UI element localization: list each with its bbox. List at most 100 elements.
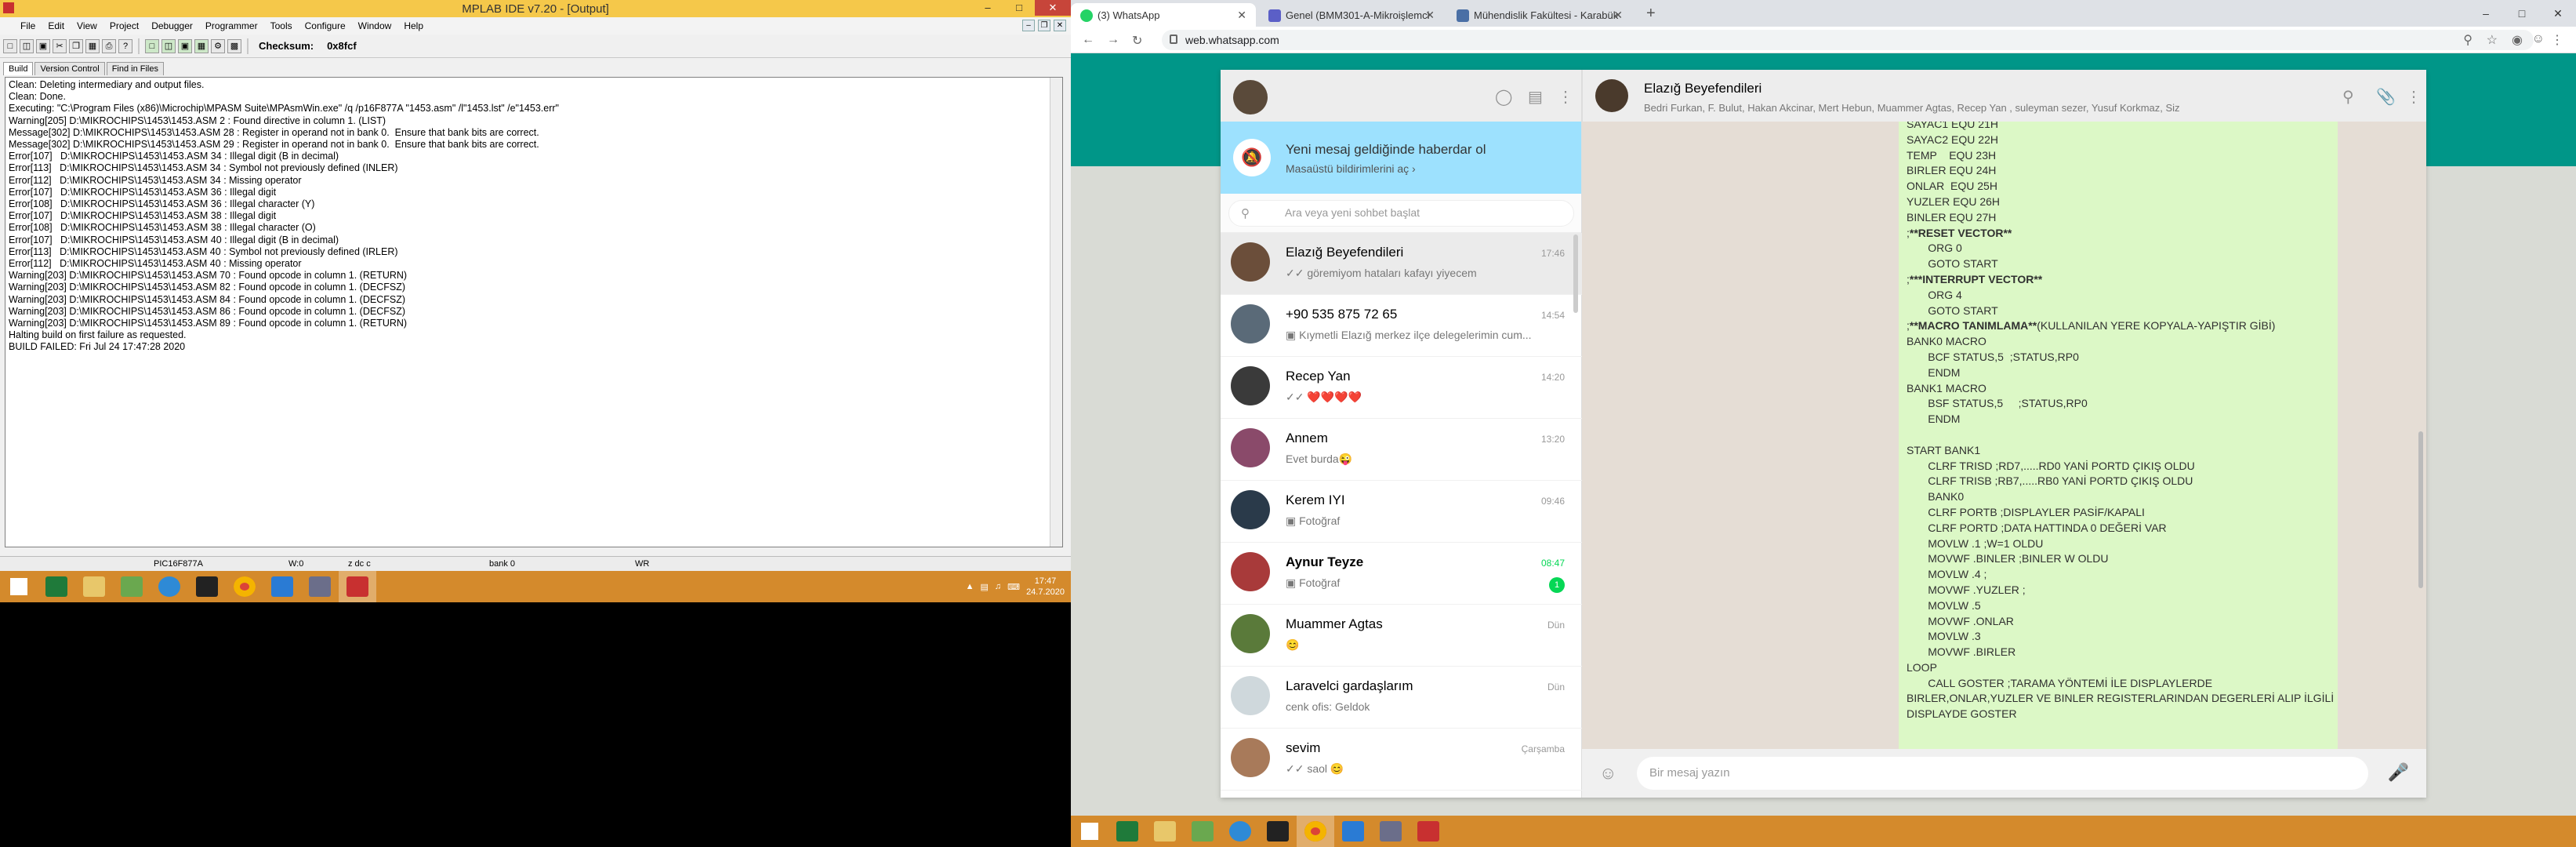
- taskbar-app[interactable]: [301, 571, 339, 602]
- child-close-button[interactable]: ✕: [1054, 20, 1066, 31]
- zoom-icon[interactable]: ⚲: [2463, 32, 2473, 48]
- menu-icon[interactable]: ⋮: [2406, 87, 2422, 107]
- close-tab-icon[interactable]: ✕: [1425, 9, 1435, 22]
- taskbar-explorer[interactable]: [1146, 816, 1184, 847]
- menu-item-debugger[interactable]: Debugger: [145, 20, 199, 31]
- taskbar-excel[interactable]: [38, 571, 75, 602]
- chrome-minimize-button[interactable]: –: [2468, 0, 2504, 27]
- chat-list-item[interactable]: sevim Çarşamba ✓✓ saol 😊: [1221, 729, 1582, 791]
- tab-university[interactable]: Mühendislik Fakültesi - Karabük ✕: [1447, 3, 1632, 27]
- attach-icon[interactable]: 📎: [2376, 87, 2396, 107]
- taskbar-notepad[interactable]: [1184, 816, 1221, 847]
- child-restore-button[interactable]: ❐: [1038, 20, 1050, 31]
- tab-version-control[interactable]: Version Control: [34, 62, 105, 75]
- cut-icon[interactable]: ✂: [53, 38, 67, 53]
- chrome-maximize-button[interactable]: □: [2504, 0, 2540, 27]
- message-bubble[interactable]: SAYAC1 EQU 21H SAYAC2 EQU 22H TEMP EQU 23H…: [1899, 122, 2338, 749]
- chat-list-item[interactable]: Recep Yan 14:20 ✓✓ ❤️❤️❤️❤️: [1221, 357, 1582, 419]
- build-all-icon[interactable]: ▩: [227, 38, 241, 53]
- new-chat-icon[interactable]: ▤: [1528, 87, 1543, 107]
- new-file-icon[interactable]: □: [3, 38, 17, 53]
- menu-icon[interactable]: ⋮: [1558, 87, 1573, 107]
- menu-item-configure[interactable]: Configure: [299, 20, 352, 31]
- chat-list-item[interactable]: Elazığ Beyefendileri 17:46 ✓✓ göremiyom ha…: [1221, 233, 1582, 295]
- chat-list-item[interactable]: Laravelci gardaşlarım Dün cenk ofis: Geldo…: [1221, 667, 1582, 729]
- keyboard-icon[interactable]: ⌨: [1007, 582, 1020, 592]
- tab-build[interactable]: Build: [3, 62, 34, 75]
- copy-icon[interactable]: ❐: [69, 38, 83, 53]
- notification-banner[interactable]: 🔕 Yeni mesaj geldiğinde haberdar ol Masa…: [1221, 122, 1581, 194]
- paste-icon[interactable]: ▦: [85, 38, 100, 53]
- tab-whatsapp[interactable]: (3) WhatsApp ✕: [1071, 3, 1256, 27]
- taskbar-excel[interactable]: [1108, 816, 1146, 847]
- status-icon[interactable]: ◯: [1495, 87, 1512, 107]
- menu-item-help[interactable]: Help: [397, 20, 430, 31]
- menu-item-programmer[interactable]: Programmer: [199, 20, 264, 31]
- bookmark-star-icon[interactable]: ☆: [2487, 32, 2498, 48]
- emoji-icon[interactable]: ☺: [1599, 763, 1616, 783]
- avatar[interactable]: [1233, 80, 1268, 115]
- taskbar-ie[interactable]: [1221, 816, 1259, 847]
- open-folder-icon[interactable]: ◫: [20, 38, 34, 53]
- chat-list-item[interactable]: Kerem IYI 09:46 ▣ Fotoğraf: [1221, 481, 1582, 543]
- tab-find-in-files[interactable]: Find in Files: [106, 62, 164, 75]
- menu-item-edit[interactable]: Edit: [42, 20, 71, 31]
- new-project-icon[interactable]: □: [145, 38, 159, 53]
- taskbar-app[interactable]: [1372, 816, 1410, 847]
- chat-list-item[interactable]: +90 535 875 72 65 14:54 ▣ Kıymetli Elazığ …: [1221, 295, 1582, 357]
- taskbar-chrome[interactable]: [226, 571, 263, 602]
- chat-list-item[interactable]: Muammer Agtas Dün 😊: [1221, 605, 1582, 667]
- make-icon[interactable]: ⚙: [211, 38, 225, 53]
- open-project-icon[interactable]: ◫: [161, 38, 176, 53]
- close-tab-icon[interactable]: ✕: [1613, 9, 1623, 22]
- url-bar[interactable]: web.whatsapp.com: [1162, 30, 2534, 50]
- network-icon[interactable]: ▤: [981, 582, 989, 592]
- close-button[interactable]: ✕: [1035, 0, 1071, 16]
- taskbar-vscode[interactable]: [1334, 816, 1372, 847]
- taskbar-mplab[interactable]: [339, 571, 376, 602]
- chat-list-item[interactable]: Aynur Teyze 08:47 ▣ Fotoğraf 1: [1221, 543, 1582, 605]
- menu-item-project[interactable]: Project: [103, 20, 145, 31]
- start-button[interactable]: [1071, 816, 1108, 847]
- conversation-header[interactable]: Elazığ Beyefendileri Bedri Furkan, F. Bu…: [1582, 70, 2426, 122]
- forward-icon[interactable]: →: [1107, 33, 1119, 47]
- menu-item-view[interactable]: View: [71, 20, 103, 31]
- taskbar-notepad[interactable]: [113, 571, 151, 602]
- notif-link[interactable]: Masaüstü bildirimlerini aç ›: [1286, 162, 1416, 175]
- child-minimize-button[interactable]: –: [1022, 20, 1035, 31]
- new-tab-icon[interactable]: +: [1646, 5, 1656, 23]
- print-icon[interactable]: ⎙: [102, 38, 116, 53]
- chrome-close-button[interactable]: ✕: [2540, 0, 2576, 27]
- taskbar-chrome[interactable]: [1297, 816, 1334, 847]
- taskbar-vscode[interactable]: [263, 571, 301, 602]
- tab-teams[interactable]: Genel (BMM301-A-Mikroişlemci ✕: [1259, 3, 1444, 27]
- chrome-menu-icon[interactable]: ⋮: [2551, 32, 2563, 48]
- menu-item-tools[interactable]: Tools: [264, 20, 299, 31]
- taskbar-mplab[interactable]: [1410, 816, 1447, 847]
- start-button[interactable]: [0, 571, 38, 602]
- output-scrollbar[interactable]: [1050, 78, 1062, 547]
- output-pane[interactable]: Clean: Deleting intermediary and output …: [5, 77, 1063, 547]
- taskbar-terminal[interactable]: [188, 571, 226, 602]
- group-avatar[interactable]: [1595, 79, 1628, 112]
- maximize-button[interactable]: □: [1003, 0, 1035, 16]
- back-icon[interactable]: ←: [1082, 33, 1094, 47]
- menu-item-file[interactable]: File: [0, 20, 42, 31]
- taskbar-terminal[interactable]: [1259, 816, 1297, 847]
- clock[interactable]: 17:47 24.7.2020: [1026, 576, 1065, 598]
- save-project-icon[interactable]: ▣: [178, 38, 192, 53]
- save-icon[interactable]: ▣: [36, 38, 50, 53]
- extension-icon[interactable]: ◉: [2512, 32, 2523, 48]
- chat-list-item[interactable]: Annem 13:20 Evet burda😜: [1221, 419, 1582, 481]
- close-tab-icon[interactable]: ✕: [1237, 9, 1246, 22]
- help-icon[interactable]: ?: [118, 38, 132, 53]
- profile-icon[interactable]: ☺: [2532, 32, 2545, 46]
- search-icon[interactable]: ⚲: [2342, 87, 2354, 107]
- message-input[interactable]: Bir mesaj yazın: [1637, 757, 2368, 790]
- build-icon[interactable]: ▦: [194, 38, 209, 53]
- minimize-button[interactable]: –: [972, 0, 1003, 16]
- microphone-icon[interactable]: 🎤: [2388, 762, 2409, 783]
- chat-list-scrollbar[interactable]: [1573, 234, 1578, 313]
- menu-item-window[interactable]: Window: [352, 20, 398, 31]
- volume-icon[interactable]: ♫: [995, 582, 1001, 591]
